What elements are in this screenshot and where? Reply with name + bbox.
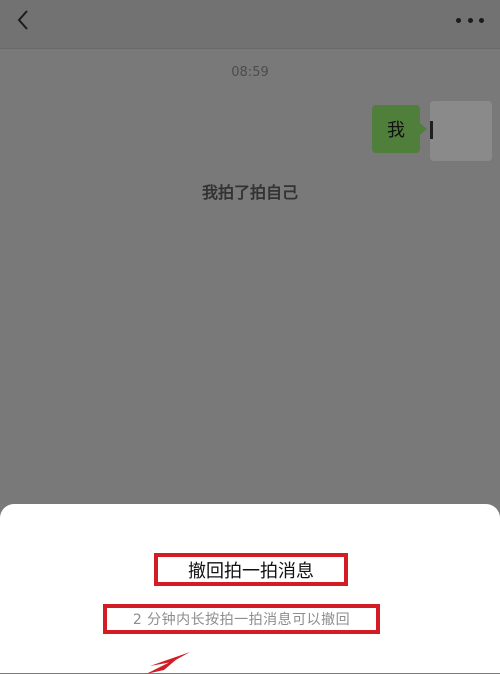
recall-pat-button[interactable]: 撤回拍一拍消息 xyxy=(154,553,348,586)
back-icon[interactable] xyxy=(12,8,36,32)
message-text: 我 xyxy=(387,120,405,141)
chat-area: 08:59 我 我拍了拍自己 xyxy=(0,49,500,504)
message-bubble[interactable]: 我 xyxy=(372,105,427,153)
top-bar xyxy=(0,0,500,49)
more-icon[interactable] xyxy=(456,14,484,26)
pointer-arrow-icon xyxy=(146,652,190,674)
pat-message[interactable]: 我拍了拍自己 xyxy=(0,179,500,203)
message-time: 08:59 xyxy=(231,65,269,80)
recall-pat-label: 撤回拍一拍消息 xyxy=(188,560,314,582)
recall-hint: 2 分钟内长按拍一拍消息可以撤回 xyxy=(103,604,380,634)
cursor-line xyxy=(430,121,433,139)
avatar[interactable] xyxy=(430,101,492,161)
recall-hint-text: 2 分钟内长按拍一拍消息可以撤回 xyxy=(132,612,351,628)
bottom-sheet: 撤回拍一拍消息 2 分钟内长按拍一拍消息可以撤回 xyxy=(0,504,500,674)
